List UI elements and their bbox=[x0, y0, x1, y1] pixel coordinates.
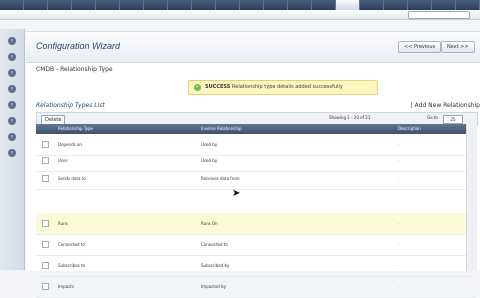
go-to-label: Go to bbox=[427, 115, 438, 120]
top-tab[interactable] bbox=[96, 0, 120, 10]
top-tab[interactable] bbox=[48, 0, 72, 10]
relationship-type[interactable]: Uses bbox=[58, 158, 68, 163]
inverse-relationship: Connected to bbox=[201, 242, 228, 247]
breadcrumb: CMDB - Relationship Type bbox=[36, 66, 113, 73]
expand-icon[interactable]: › bbox=[8, 37, 16, 45]
top-tab[interactable] bbox=[192, 0, 216, 10]
previous-button[interactable]: << Previous bbox=[398, 41, 442, 53]
top-tab[interactable] bbox=[144, 0, 168, 10]
description: - bbox=[398, 176, 400, 181]
top-tab[interactable] bbox=[120, 0, 144, 10]
add-relationship-label[interactable]: Add New Relationship bbox=[415, 102, 480, 109]
inverse-relationship: Runs On bbox=[201, 221, 218, 226]
row-checkbox[interactable] bbox=[42, 262, 49, 269]
top-tab[interactable] bbox=[24, 0, 48, 10]
top-tab[interactable] bbox=[288, 0, 312, 10]
top-tab-active[interactable] bbox=[336, 0, 360, 10]
expand-icon[interactable]: › bbox=[8, 117, 16, 125]
table-header: Relationship Type Inverse Relationship D… bbox=[36, 124, 476, 134]
expand-icon[interactable]: › bbox=[8, 149, 16, 157]
relationship-type[interactable]: Impacts bbox=[58, 284, 74, 289]
inverse-relationship: Used by bbox=[201, 158, 218, 163]
success-message: ✓ SUCCESS Relationship type details adde… bbox=[188, 80, 378, 95]
success-text: Relationship type details added successf… bbox=[232, 84, 343, 90]
scrollbar[interactable] bbox=[466, 124, 477, 271]
row-checkbox[interactable] bbox=[42, 141, 49, 148]
top-tab[interactable] bbox=[240, 0, 264, 10]
top-tab[interactable] bbox=[264, 0, 288, 10]
top-tab-bar bbox=[0, 0, 480, 10]
table-row[interactable]: Impacts Impacted by - bbox=[36, 276, 476, 298]
description: - bbox=[398, 284, 400, 289]
relationship-type[interactable]: Runs bbox=[58, 221, 68, 226]
top-tab[interactable] bbox=[384, 0, 408, 10]
top-tab[interactable] bbox=[216, 0, 240, 10]
top-tab[interactable] bbox=[456, 0, 480, 10]
description: - bbox=[398, 221, 400, 226]
row-checkbox[interactable] bbox=[42, 241, 49, 248]
expand-icon[interactable]: › bbox=[8, 133, 16, 141]
column-header[interactable]: Description bbox=[398, 124, 421, 134]
add-relationship-link[interactable]: | Add New Relationship bbox=[411, 102, 480, 109]
table-row[interactable]: Subscribes to Subscribed by - bbox=[36, 255, 476, 277]
top-tab[interactable] bbox=[360, 0, 384, 10]
inverse-relationship: Used by bbox=[201, 142, 218, 147]
check-icon: ✓ bbox=[194, 84, 201, 91]
page-size-input[interactable]: 25 bbox=[443, 115, 463, 124]
table-row-highlighted[interactable]: Runs Runs On - bbox=[36, 213, 476, 235]
description: - bbox=[398, 263, 400, 268]
expand-icon[interactable]: › bbox=[8, 69, 16, 77]
relationship-type[interactable]: Depends on bbox=[58, 142, 82, 147]
inverse-relationship: Impacted by bbox=[201, 284, 227, 289]
next-button[interactable]: Next >> bbox=[441, 41, 475, 53]
description: - bbox=[398, 242, 400, 247]
column-header[interactable]: Relationship Type bbox=[58, 124, 93, 134]
mouse-cursor-icon: ➤ bbox=[232, 188, 241, 199]
sub-toolbar bbox=[0, 10, 480, 20]
sidebar: › › › › › › › › bbox=[0, 29, 25, 270]
success-status: SUCCESS bbox=[205, 84, 231, 90]
row-checkbox[interactable] bbox=[42, 175, 49, 182]
table-row[interactable]: Connected to Connected to - bbox=[36, 234, 476, 256]
expand-icon[interactable]: › bbox=[8, 101, 16, 109]
inverse-relationship: Subscribed by bbox=[201, 263, 230, 268]
expand-icon[interactable]: › bbox=[8, 53, 16, 61]
relationship-type[interactable]: Sends data to bbox=[58, 176, 86, 181]
paging-info: Showing 1 - 20 of 21 bbox=[329, 115, 371, 120]
page-title: Configuration Wizard bbox=[36, 41, 120, 51]
sub-toolbar-field[interactable] bbox=[408, 11, 470, 19]
top-tab[interactable] bbox=[312, 0, 336, 10]
top-tab[interactable] bbox=[432, 0, 456, 10]
row-checkbox[interactable] bbox=[42, 157, 49, 164]
row-checkbox[interactable] bbox=[42, 220, 49, 227]
relationship-type[interactable]: Connected to bbox=[58, 242, 85, 247]
description: - bbox=[398, 142, 400, 147]
table-row[interactable]: Sends data to Receives data from - bbox=[36, 168, 476, 190]
top-tab[interactable] bbox=[168, 0, 192, 10]
wizard-panel: Configuration Wizard << Previous Next >>… bbox=[26, 31, 480, 298]
row-checkbox[interactable] bbox=[42, 283, 49, 290]
top-tab[interactable] bbox=[72, 0, 96, 10]
expand-icon[interactable]: › bbox=[8, 85, 16, 93]
top-tab[interactable] bbox=[0, 0, 24, 10]
list-title: Relationship Types List bbox=[36, 102, 105, 109]
inverse-relationship: Receives data from bbox=[201, 176, 240, 181]
description: - bbox=[398, 158, 400, 163]
column-header[interactable]: Inverse Relationship bbox=[201, 124, 242, 134]
top-tab[interactable] bbox=[408, 0, 432, 10]
relationship-type[interactable]: Subscribes to bbox=[58, 263, 85, 268]
wizard-header: Configuration Wizard << Previous Next >> bbox=[26, 32, 480, 63]
